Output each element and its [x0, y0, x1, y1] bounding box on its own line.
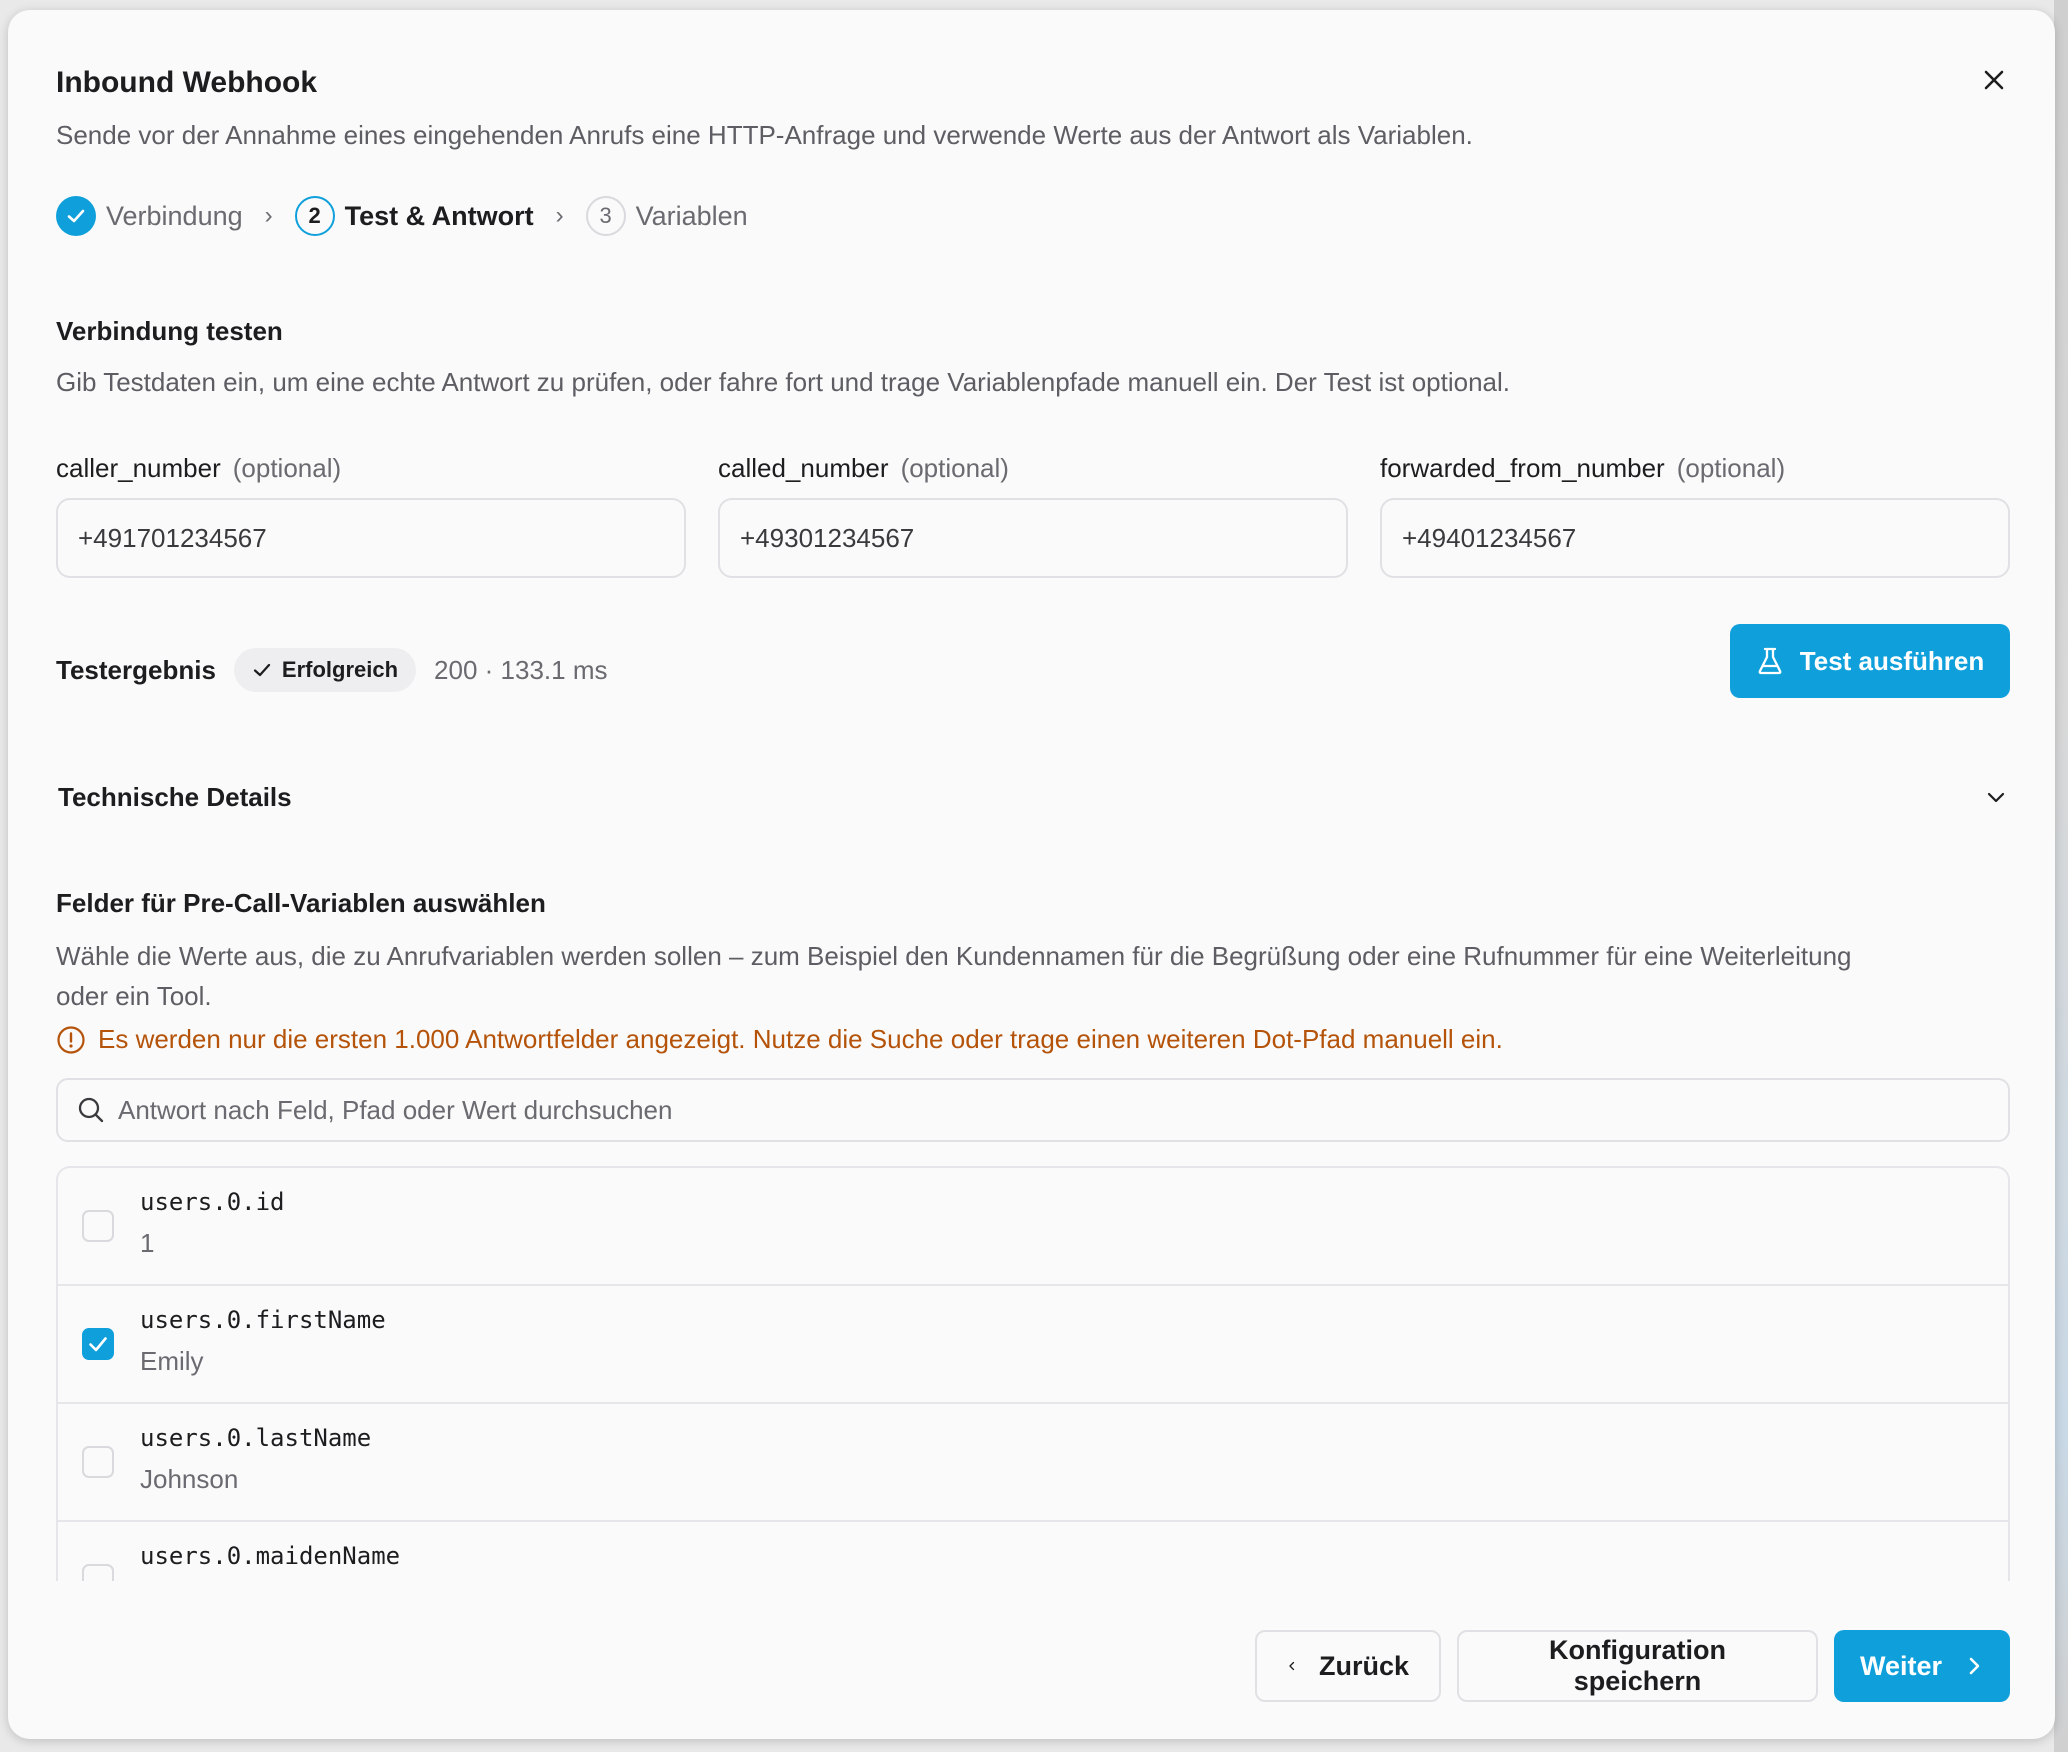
technical-details-label: Technische Details [58, 781, 292, 812]
response-field-list[interactable]: users.0.id 1 users.0.firstName Emily use… [56, 1166, 2010, 1581]
forwarded-from-number-input[interactable] [1380, 498, 2010, 578]
caller-number-input[interactable] [56, 498, 686, 578]
step-number: 3 [585, 196, 626, 236]
close-button[interactable] [1974, 60, 2014, 100]
step-done-check [56, 196, 96, 236]
field-value: Emily [140, 1346, 204, 1376]
variables-section-heading: Felder für Pre-Call-Variablen auswählen [56, 888, 546, 918]
chevron-down-icon [1987, 792, 2005, 803]
test-result-label: Testergebnis [56, 654, 216, 685]
field-checkbox[interactable] [82, 1210, 114, 1242]
alert-circle-icon [57, 1025, 85, 1054]
dialog-title: Inbound Webhook [56, 66, 318, 99]
inbound-webhook-dialog: Inbound Webhook Sende vor der Annahme ei… [8, 10, 2055, 1739]
technical-details-toggle[interactable]: Technische Details [56, 770, 2010, 824]
field-path: users.0.lastName [140, 1424, 372, 1452]
status-badge-label: Erfolgreich [281, 657, 399, 682]
variables-section-description: Wähle die Werte aus, die zu Anrufvariabl… [56, 936, 1852, 1016]
stepper: Verbindung › 2 Test & Antwort › 3 Variab… [56, 194, 748, 238]
step-label: Verbindung [106, 200, 243, 231]
run-test-label: Test ausführen [1799, 645, 1985, 676]
chevron-right-icon: › [264, 202, 273, 229]
chevron-right-icon: › [555, 202, 564, 229]
optional-tag: (optional) [232, 453, 342, 483]
test-section-description: Gib Testdaten ein, um eine echte Antwort… [56, 367, 1510, 397]
chevron-right-icon [1969, 1657, 1980, 1675]
test-result-row: Testergebnis Erfolgreich 200 · 133.1 ms [56, 628, 607, 712]
step-label: Test & Antwort [344, 200, 534, 231]
test-section-heading: Verbindung testen [56, 316, 283, 346]
field-name: caller_number [56, 453, 221, 483]
next-button[interactable]: Weiter [1834, 1630, 2010, 1702]
field-limit-warning: Es werden nur die ersten 1.000 Antwortfe… [56, 1024, 1503, 1055]
optional-tag: (optional) [900, 453, 1009, 483]
dialog-footer: Zurück Konfiguration speichern Weiter [1255, 1630, 2010, 1702]
field-path: users.0.id [140, 1188, 285, 1216]
step-label: Variablen [635, 200, 748, 231]
search-icon [78, 1097, 104, 1123]
close-icon [1984, 70, 2004, 90]
check-icon [67, 209, 85, 223]
field-value: Johnson [140, 1464, 239, 1494]
description-line: Wähle die Werte aus, die zu Anrufvariabl… [56, 941, 1852, 971]
caller-number-label: caller_number (optional) [56, 453, 341, 484]
step-verbindung[interactable]: Verbindung [56, 196, 243, 236]
field-name: called_number [718, 453, 889, 483]
field-checkbox[interactable] [82, 1564, 114, 1581]
back-button[interactable]: Zurück [1255, 1630, 1441, 1702]
step-variablen[interactable]: 3 Variablen [585, 196, 748, 236]
field-value: 1 [140, 1228, 155, 1258]
step-number: 2 [294, 196, 335, 236]
back-label: Zurück [1318, 1650, 1409, 1681]
list-item[interactable]: users.0.lastName Johnson [58, 1404, 2008, 1522]
warning-text: Es werden nur die ersten 1.000 Antwortfe… [98, 1024, 1503, 1054]
field-path: users.0.firstName [140, 1306, 386, 1334]
backdrop [2054, 0, 2068, 1752]
flask-icon [1758, 647, 1782, 675]
called-number-label: called_number (optional) [718, 453, 1009, 484]
step-test-antwort[interactable]: 2 Test & Antwort [294, 196, 534, 236]
dialog-subtitle: Sende vor der Annahme eines eingehenden … [56, 120, 1473, 150]
check-icon [253, 663, 271, 677]
field-checkbox[interactable] [82, 1446, 114, 1478]
next-label: Weiter [1860, 1650, 1943, 1681]
search-input[interactable] [118, 1080, 2008, 1140]
forwarded-from-number-label: forwarded_from_number (optional) [1380, 453, 1785, 484]
run-test-button[interactable]: Test ausführen [1730, 624, 2010, 698]
chevron-left-icon [1289, 1661, 1295, 1671]
called-number-input[interactable] [718, 498, 1348, 578]
test-result-meta: 200 · 133.1 ms [434, 654, 608, 685]
field-path: users.0.maidenName [140, 1542, 401, 1570]
response-search[interactable] [56, 1078, 2010, 1142]
save-configuration-button[interactable]: Konfiguration speichern [1457, 1630, 1818, 1702]
description-line: oder ein Tool. [56, 981, 212, 1011]
field-checkbox[interactable] [82, 1328, 114, 1360]
field-name: forwarded_from_number [1380, 453, 1665, 483]
list-item[interactable]: users.0.firstName Emily [58, 1286, 2008, 1404]
save-label: Konfiguration speichern [1549, 1635, 1726, 1696]
check-icon [89, 1337, 107, 1352]
list-item[interactable]: users.0.id 1 [58, 1168, 2008, 1286]
status-badge: Erfolgreich [233, 648, 417, 692]
list-item[interactable]: users.0.maidenName [58, 1522, 2008, 1581]
optional-tag: (optional) [1676, 453, 1786, 483]
